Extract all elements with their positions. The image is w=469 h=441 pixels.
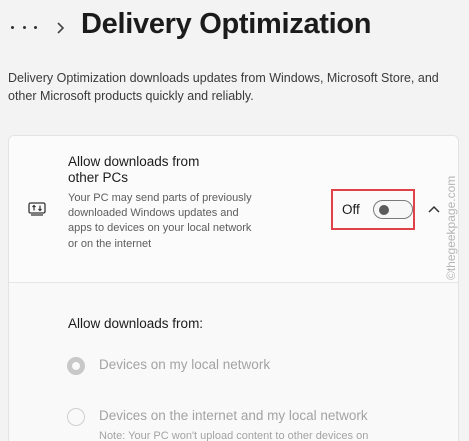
radio-internet-and-local-label: Devices on the internet and my local net… — [99, 408, 368, 423]
ellipsis-icon[interactable] — [10, 18, 38, 36]
toggle-state-label: Off — [342, 202, 360, 217]
radio-internet-and-local[interactable] — [67, 408, 85, 426]
setting-description: Your PC may send parts of previously dow… — [68, 192, 252, 250]
chevron-up-icon[interactable] — [427, 204, 441, 214]
chevron-right-icon — [57, 22, 65, 34]
page-header: Delivery Optimization — [0, 0, 469, 56]
toggle-knob — [379, 204, 389, 215]
pc-transfer-icon — [28, 202, 46, 216]
allow-downloads-toggle[interactable] — [373, 200, 413, 219]
allow-downloads-from-label: Allow downloads from: — [68, 316, 204, 331]
settings-page: Delivery Optimization Delivery Optimizat… — [0, 0, 469, 441]
radio-note: Note: Your PC won't upload content to ot… — [99, 430, 369, 441]
radio-local-network[interactable] — [67, 357, 85, 375]
watermark: ©thegeekpage.com — [444, 175, 458, 280]
setting-title: Allow downloads from other PCs — [68, 154, 200, 185]
page-title: Delivery Optimization — [81, 8, 372, 40]
radio-local-network-label: Devices on my local network — [99, 357, 271, 372]
settings-card: Allow downloads from other PCs Your PC m… — [8, 135, 459, 441]
setting-row[interactable]: Allow downloads from other PCs Your PC m… — [9, 136, 458, 283]
page-description: Delivery Optimization downloads updates … — [8, 71, 439, 103]
